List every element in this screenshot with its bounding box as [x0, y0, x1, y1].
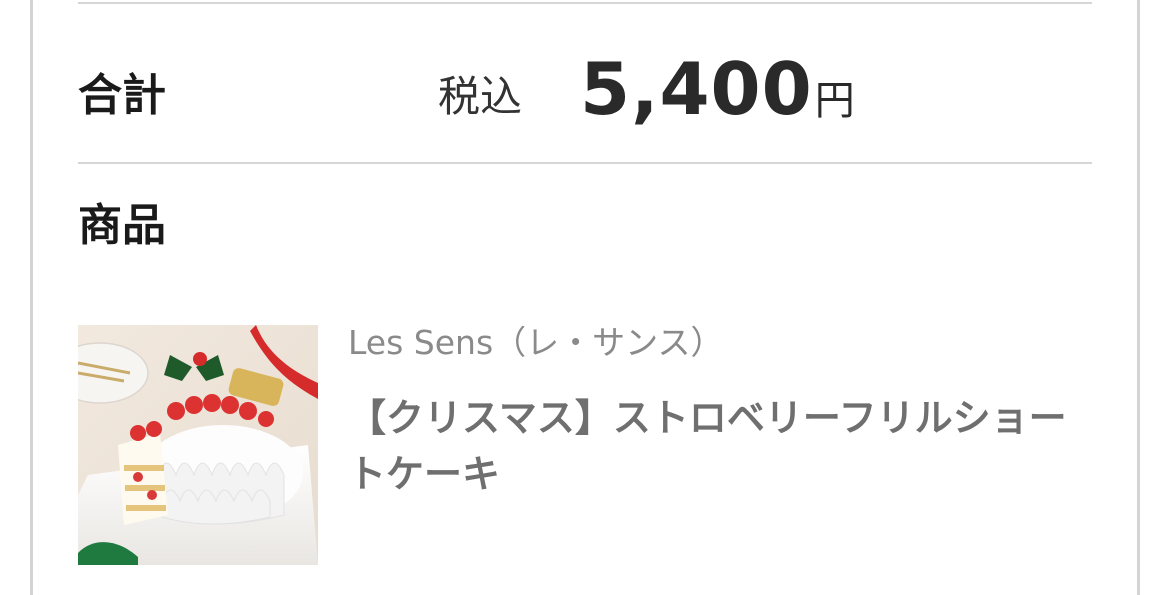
divider-top: [78, 2, 1092, 4]
total-amount: 5,400: [580, 47, 813, 131]
order-detail-screen: 合計 税込 5,400円 商品 Les Sens（レ・サンス） 【クリスマス】ス…: [0, 0, 1170, 595]
currency-unit: 円: [814, 78, 855, 124]
product-image[interactable]: [78, 325, 318, 565]
card-border-right: [1137, 0, 1140, 595]
products-section-title: 商品: [78, 200, 166, 251]
total-label: 合計: [78, 70, 166, 121]
divider-middle: [78, 162, 1092, 164]
total-price: 5,400円: [580, 44, 855, 154]
tax-included-label: 税込: [438, 72, 523, 121]
cake-photo-icon: [78, 325, 318, 565]
product-name[interactable]: 【クリスマス】ストロベリーフリルショートケーキ: [348, 390, 1078, 502]
card-border-left: [30, 0, 33, 595]
shop-name[interactable]: Les Sens（レ・サンス）: [348, 320, 724, 366]
